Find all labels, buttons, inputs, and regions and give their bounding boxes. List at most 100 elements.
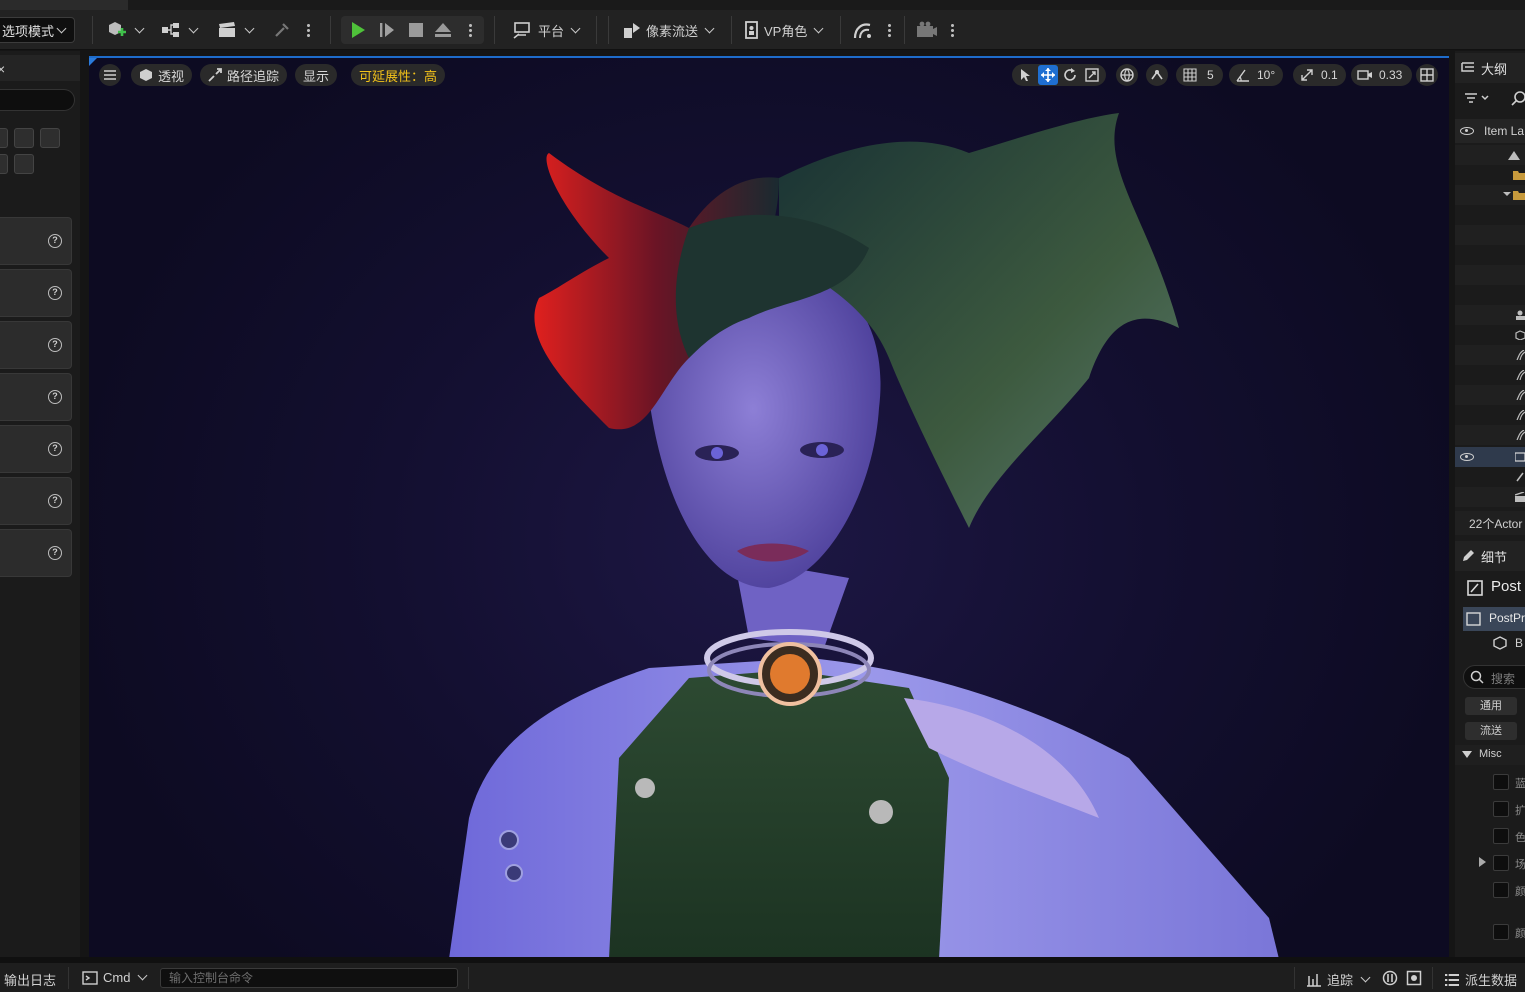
tools-button[interactable]: [272, 18, 292, 42]
close-icon[interactable]: ×: [0, 61, 5, 77]
frame-icon[interactable]: [0, 154, 8, 174]
vp-role-button[interactable]: VP角色: [744, 18, 824, 42]
outliner-row[interactable]: [1455, 385, 1525, 405]
source-control-button[interactable]: [1382, 970, 1398, 986]
left-panel-card[interactable]: ?: [0, 217, 72, 265]
layers-icon[interactable]: [14, 154, 34, 174]
vcam-button[interactable]: [915, 18, 939, 42]
outliner-row[interactable]: [1455, 205, 1525, 225]
media-play-icon[interactable]: [40, 128, 60, 148]
help-icon[interactable]: ?: [48, 442, 62, 456]
outliner-row[interactable]: [1455, 325, 1525, 345]
component-row[interactable]: B: [1455, 633, 1525, 653]
details-tab[interactable]: 细节: [1455, 541, 1525, 571]
outliner-tab[interactable]: 大纲: [1455, 53, 1525, 83]
derived-data-button[interactable]: 派生数据: [1444, 970, 1517, 989]
outliner-row[interactable]: [1455, 165, 1525, 185]
output-log-button[interactable]: 输出日志: [4, 970, 56, 989]
left-panel-card[interactable]: ?: [0, 529, 72, 577]
add-actor-button[interactable]: [106, 18, 145, 42]
outliner-search-icon[interactable]: [1509, 90, 1525, 109]
show-button[interactable]: 显示: [295, 64, 338, 86]
blueprint-button[interactable]: [160, 18, 199, 42]
pixel-streaming-button[interactable]: 像素流送: [622, 18, 715, 42]
scalability-button[interactable]: 可延展性：高: [351, 64, 446, 86]
component-row-selected[interactable]: PostPr: [1463, 607, 1525, 631]
outliner-row[interactable]: [1455, 265, 1525, 285]
play-button[interactable]: [349, 18, 367, 42]
left-panel-tab[interactable]: ×: [0, 55, 86, 81]
translate-tool-button[interactable]: [1038, 65, 1058, 85]
eject-button[interactable]: [434, 18, 452, 42]
perspective-button[interactable]: 透视: [131, 64, 193, 86]
help-icon[interactable]: ?: [48, 286, 62, 300]
property-checkbox[interactable]: [1493, 828, 1509, 844]
left-panel-card[interactable]: ?: [0, 373, 72, 421]
viewport-menu-button[interactable]: [99, 64, 121, 86]
section-misc[interactable]: Misc: [1455, 745, 1525, 765]
outliner-filter-button[interactable]: [1463, 91, 1493, 108]
outliner-row[interactable]: [1455, 225, 1525, 245]
filter-general-button[interactable]: 通用: [1465, 697, 1517, 715]
grid-snap-button[interactable]: 5: [1176, 64, 1223, 86]
filter-streaming-button[interactable]: 流送: [1465, 722, 1517, 740]
rotation-snap-button[interactable]: 10°: [1229, 64, 1284, 86]
stop-button[interactable]: [407, 18, 425, 42]
live-link-button[interactable]: [852, 18, 874, 42]
play-options-button[interactable]: [469, 18, 472, 42]
world-local-button[interactable]: [1116, 64, 1138, 86]
property-checkbox[interactable]: [1493, 801, 1509, 817]
live-link-options-button[interactable]: [888, 18, 891, 42]
property-checkbox[interactable]: [1493, 774, 1509, 790]
visibility-icon[interactable]: [1460, 453, 1474, 461]
outliner-row[interactable]: [1455, 405, 1525, 425]
camera-speed-button[interactable]: 0.33: [1351, 64, 1413, 86]
platform-button[interactable]: 平台: [512, 18, 581, 42]
step-button[interactable]: [378, 18, 396, 42]
trace-button[interactable]: 追踪: [1306, 970, 1371, 989]
level-tab[interactable]: [0, 0, 128, 10]
help-icon[interactable]: ?: [48, 546, 62, 560]
outliner-row[interactable]: [1455, 425, 1525, 445]
left-panel-card[interactable]: ?: [0, 425, 72, 473]
chevron-right-icon[interactable]: [1479, 857, 1487, 867]
outliner-row[interactable]: [1455, 345, 1525, 365]
outliner-row[interactable]: [1455, 245, 1525, 265]
left-panel-scrollbar[interactable]: [80, 51, 86, 957]
outliner-row-selected[interactable]: [1455, 447, 1525, 467]
level-viewport[interactable]: 透视 路径追踪 显示 可延展性：高 5 10° 0.1 0.33: [89, 56, 1449, 957]
left-panel-card[interactable]: ?: [0, 321, 72, 369]
details-search-input[interactable]: 搜索: [1463, 665, 1525, 689]
outliner-row[interactable]: [1455, 305, 1525, 325]
notifications-button[interactable]: [1406, 970, 1422, 986]
help-icon[interactable]: ?: [48, 390, 62, 404]
scale-snap-button[interactable]: 0.1: [1293, 64, 1346, 86]
vcam-options-button[interactable]: [951, 18, 954, 42]
toolbar-options-button[interactable]: [307, 18, 310, 42]
cinematics-button[interactable]: [216, 18, 255, 42]
path-tracing-button[interactable]: 路径追踪: [200, 64, 288, 86]
console-command-input[interactable]: 输入控制台命令: [160, 968, 458, 988]
outliner-row[interactable]: [1455, 467, 1525, 487]
outliner-row[interactable]: [1455, 487, 1525, 507]
select-tool-button[interactable]: [1016, 65, 1036, 85]
outliner-row[interactable]: [1455, 145, 1525, 165]
mode-select-button[interactable]: 选项模式: [0, 17, 75, 43]
property-checkbox[interactable]: [1493, 855, 1509, 871]
outliner-row[interactable]: [1455, 185, 1525, 205]
property-checkbox[interactable]: [1493, 882, 1509, 898]
help-icon[interactable]: ?: [48, 494, 62, 508]
left-panel-search-input[interactable]: [0, 89, 75, 111]
palette-icon[interactable]: [0, 128, 8, 148]
help-icon[interactable]: ?: [48, 338, 62, 352]
outliner-row[interactable]: [1455, 285, 1525, 305]
viewport-layout-button[interactable]: [1416, 64, 1438, 86]
portrait-icon[interactable]: [14, 128, 34, 148]
scale-tool-button[interactable]: [1082, 65, 1102, 85]
left-panel-card[interactable]: ?: [0, 477, 72, 525]
property-checkbox[interactable]: [1493, 924, 1509, 940]
outliner-row[interactable]: [1455, 365, 1525, 385]
rotate-tool-button[interactable]: [1060, 65, 1080, 85]
help-icon[interactable]: ?: [48, 234, 62, 248]
left-panel-card[interactable]: ?: [0, 269, 72, 317]
